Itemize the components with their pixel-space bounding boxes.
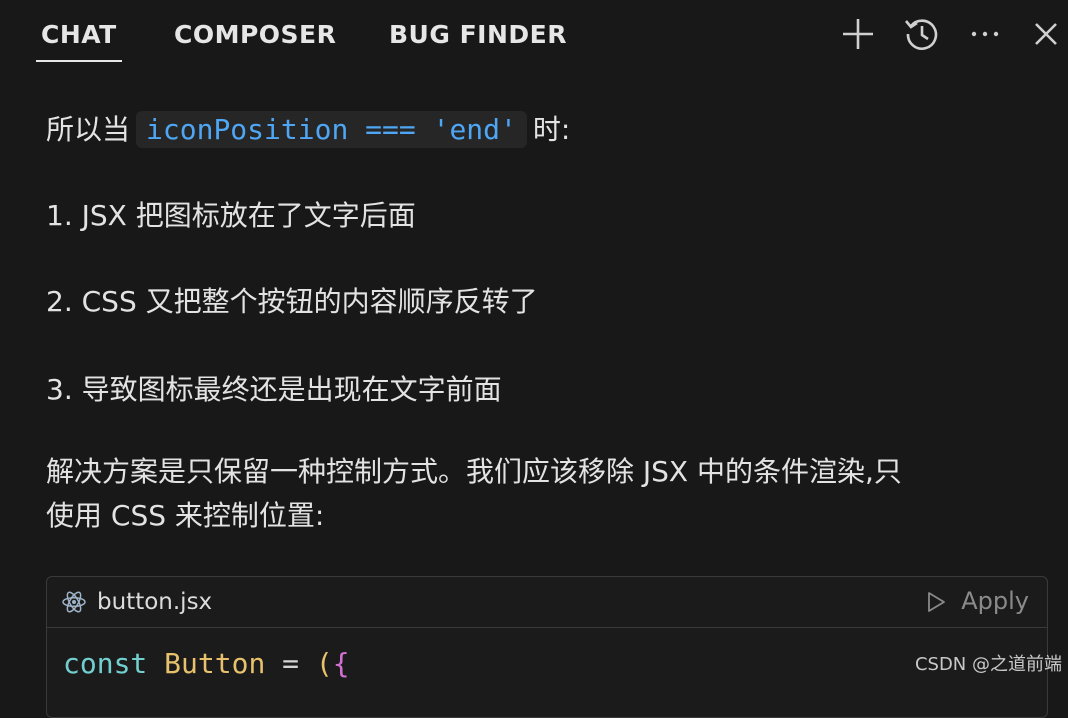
apply-label: Apply bbox=[961, 587, 1029, 615]
intro-suffix: 时: bbox=[532, 113, 571, 146]
tab-composer[interactable]: COMPOSER bbox=[174, 18, 336, 52]
play-icon bbox=[928, 592, 946, 612]
plus-icon[interactable] bbox=[838, 14, 878, 54]
inline-code: iconPosition === 'end' bbox=[136, 111, 527, 148]
intro-line: 所以当 iconPosition === 'end' 时: bbox=[46, 108, 570, 148]
code-brace: { bbox=[332, 647, 350, 680]
watermark: CSDN @之道前端 bbox=[914, 654, 1062, 675]
code-keyword: const bbox=[63, 647, 148, 680]
code-line: const Button = ({ bbox=[63, 647, 350, 680]
more-icon[interactable] bbox=[965, 14, 1005, 54]
close-icon[interactable] bbox=[1026, 14, 1066, 54]
code-paren: ( bbox=[315, 647, 333, 680]
code-block: button.jsx Apply const Button = ({ bbox=[46, 576, 1048, 718]
history-icon[interactable] bbox=[902, 14, 942, 54]
tab-bug-finder[interactable]: BUG FINDER bbox=[389, 18, 567, 52]
list-item: 2. CSS 又把整个按钮的内容顺序反转了 bbox=[46, 285, 538, 318]
list-item: 1. JSX 把图标放在了文字后面 bbox=[46, 199, 416, 232]
intro-prefix: 所以当 bbox=[46, 113, 131, 146]
list-item: 3. 导致图标最终还是出现在文字前面 bbox=[46, 373, 502, 406]
code-identifier: Button bbox=[164, 647, 266, 680]
code-filename: button.jsx bbox=[97, 589, 213, 615]
code-operator: = bbox=[282, 647, 300, 680]
solution-line-2: 使用 CSS 来控制位置: bbox=[46, 499, 325, 532]
react-icon bbox=[61, 589, 87, 615]
chat-panel-header: CHAT COMPOSER BUG FINDER bbox=[0, 0, 1068, 68]
solution-line-1: 解决方案是只保留一种控制方式。我们应该移除 JSX 中的条件渲染,只 bbox=[46, 455, 902, 488]
code-block-header: button.jsx Apply bbox=[47, 577, 1047, 628]
apply-button[interactable]: Apply bbox=[925, 587, 1029, 617]
tab-chat[interactable]: CHAT bbox=[36, 18, 122, 62]
